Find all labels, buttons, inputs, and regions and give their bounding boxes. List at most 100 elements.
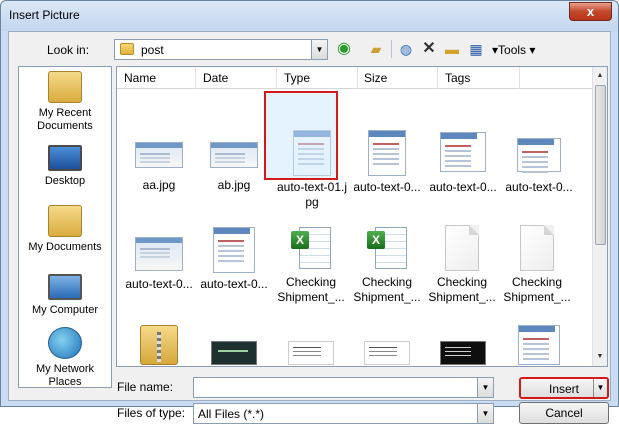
up-one-level-icon[interactable]: ▰ [367,40,385,58]
desktop-icon [48,145,82,171]
file-name: Checking Shipment_... [428,275,496,304]
column-header-tags[interactable]: Tags [445,71,470,85]
excel-badge-icon: X [367,231,385,249]
column-divider[interactable] [357,67,358,89]
file-name-input[interactable]: ▼ [193,377,494,398]
file-item[interactable] [350,341,424,365]
image-thumbnail-icon [440,341,486,365]
file-list[interactable]: Name Date Type Size Tags ▲ ▼ aa.jpg ab.j… [116,66,608,367]
files-of-type-dropdown[interactable]: All Files (*.*) ▼ [193,403,494,424]
file-name: aa.jpg [142,178,176,192]
file-item[interactable] [122,325,196,365]
file-item[interactable]: X Checking Shipment_... [272,225,350,305]
toolbar-separator [391,40,392,58]
tools-label: Tools [498,43,527,57]
image-thumbnail-icon [211,341,257,365]
document-file-icon [520,225,554,271]
column-header-size[interactable]: Size [364,71,387,85]
column-header-row: Name Date Type Size Tags [117,67,595,89]
scroll-up-icon[interactable]: ▲ [593,69,607,83]
places-bar: My Recent Documents Desktop My Documents… [18,66,112,388]
back-icon[interactable]: ◉ [335,40,353,58]
excel-file-icon: X [367,225,407,273]
files-of-type-label: Files of type: [117,406,186,420]
look-in-dropdown[interactable]: post ▼ [114,39,328,60]
place-label: My Network Places [35,363,95,388]
excel-file-icon: X [291,225,331,273]
column-divider[interactable] [437,67,438,89]
file-item[interactable]: auto-text-0... [426,132,500,195]
file-name: Checking Shipment_... [353,275,421,304]
column-divider[interactable] [195,67,196,89]
selected-file-highlight [264,91,338,180]
place-desktop[interactable]: Desktop [19,141,111,188]
chevron-down-icon[interactable]: ▼ [477,378,493,397]
place-label: My Documents [28,241,102,253]
insert-picture-dialog: Insert Picture x Look in: post ▼ ◉ ▰ ◍ ✕… [0,0,619,424]
insert-button[interactable]: Insert ▼ [519,377,609,399]
file-name: auto-text-0... [125,277,193,291]
insert-label: Insert [548,382,579,396]
vertical-scrollbar[interactable]: ▲ ▼ [592,67,607,366]
dialog-title: Insert Picture [9,8,80,22]
file-item[interactable]: auto-text-0... [502,138,576,195]
insert-options-chevron-icon[interactable]: ▼ [593,379,607,397]
file-name: auto-text-0... [200,277,268,291]
scrollbar-thumb[interactable] [595,85,606,245]
file-item[interactable]: auto-text-0... [122,237,196,292]
delete-icon[interactable]: ✕ [420,40,438,58]
look-in-label: Look in: [47,43,90,57]
file-item[interactable]: auto-text-0... [197,227,271,292]
title-bar: Insert Picture x [1,1,618,31]
place-label: My Computer [31,304,99,316]
place-my-computer[interactable]: My Computer [19,270,111,317]
file-name: Checking Shipment_... [503,275,571,304]
chevron-down-icon[interactable]: ▼ [311,40,327,59]
network-places-icon [48,327,82,359]
file-item[interactable]: aa.jpg [122,142,196,193]
image-thumbnail-icon [288,341,334,365]
file-name-label: File name: [117,380,174,394]
image-thumbnail-icon [135,237,183,271]
column-header-name[interactable]: Name [124,71,156,85]
image-thumbnail-icon [440,132,486,172]
file-item[interactable]: Checking Shipment_... [498,225,576,305]
file-name: auto-text-0... [505,180,573,194]
column-header-date[interactable]: Date [203,71,228,85]
create-new-folder-icon[interactable]: ▬ [443,40,461,58]
views-icon[interactable]: ▦ [467,40,485,58]
file-name: ab.jpg [217,178,251,192]
file-name: auto-text-01.jpg [276,180,348,209]
file-item[interactable] [197,341,271,365]
file-item[interactable] [426,341,500,365]
file-item[interactable]: X Checking Shipment_... [348,225,426,305]
search-the-web-icon[interactable]: ◍ [397,40,415,58]
recent-documents-icon [48,71,82,103]
file-item[interactable] [502,325,576,365]
dialog-body: Look in: post ▼ ◉ ▰ ◍ ✕ ▬ ▦ ▾Tools ▾ My … [8,31,611,424]
place-my-network-places[interactable]: My Network Places [19,327,111,389]
close-button[interactable]: x [569,2,612,21]
file-name: Checking Shipment_... [277,275,345,304]
zip-folder-icon [140,325,178,365]
file-item[interactable]: ab.jpg [197,142,271,193]
image-thumbnail-icon [368,130,406,176]
image-thumbnail-icon [517,138,561,172]
file-item[interactable]: Checking Shipment_... [423,225,501,305]
file-item[interactable]: auto-text-0... [350,130,424,195]
column-divider[interactable] [519,67,520,89]
scroll-down-icon[interactable]: ▼ [593,350,607,364]
my-computer-icon [48,274,82,300]
image-thumbnail-icon [213,227,255,273]
document-file-icon [445,225,479,271]
column-divider[interactable] [276,67,277,89]
excel-badge-icon: X [291,231,309,249]
file-item[interactable] [274,341,348,365]
place-label: Desktop [44,175,86,187]
column-header-type[interactable]: Type [284,71,310,85]
place-my-recent-documents[interactable]: My Recent Documents [19,71,111,133]
place-my-documents[interactable]: My Documents [19,205,111,254]
cancel-button[interactable]: Cancel [519,402,609,424]
image-thumbnail-icon [135,142,183,168]
tools-menu[interactable]: ▾Tools ▾ [492,43,535,57]
